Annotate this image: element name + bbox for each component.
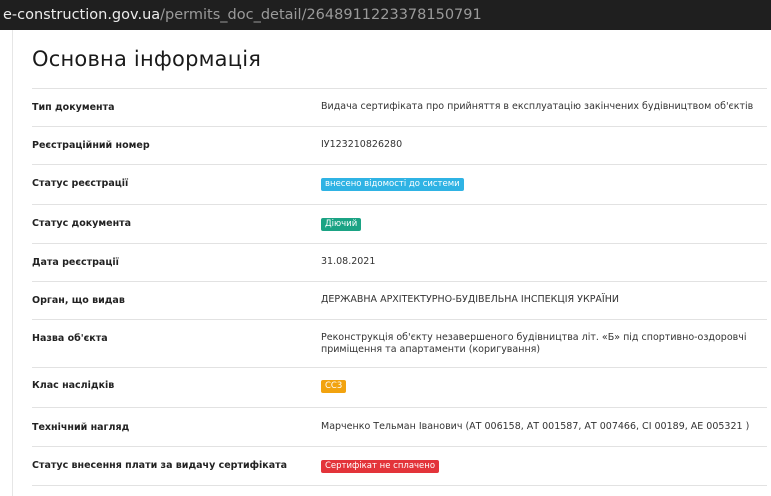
field-row-technical-supervision: Технічний нагляд Марченко Тельман Іванов… (32, 407, 767, 446)
field-value: 31.08.2021 (321, 256, 376, 267)
field-label: Назва об'єкта (32, 333, 108, 344)
field-label: Дата реєстрації (32, 257, 119, 268)
field-label: Статус документа (32, 218, 132, 229)
field-row-document-type: Тип документа Видача сертифіката про при… (32, 88, 767, 126)
field-row-registration-number: Реєстраційний номер ІУ123210826280 (32, 126, 767, 164)
field-value: Видача сертифіката про прийняття в експл… (321, 101, 754, 112)
status-badge: внесено відомості до системи (321, 178, 464, 191)
field-label: Тип документа (32, 102, 115, 113)
field-label: Технічний нагляд (32, 422, 130, 433)
field-row-document-status: Статус документа Діючий (32, 204, 767, 243)
url-path: /permits_doc_detail/2648911223378150791 (160, 7, 482, 23)
status-badge: Сертифікат не сплачено (321, 460, 440, 473)
page-title: Основна інформація (32, 47, 262, 71)
field-value: ДЕРЖАВНА АРХІТЕКТУРНО-БУДІВЕЛЬНА ІНСПЕКЦ… (321, 294, 619, 305)
field-value: Реконструкція об'єкту незавершеного буді… (321, 332, 747, 355)
main-info-card: Основна інформація Тип документа Видача … (12, 30, 771, 496)
field-label: Клас наслідків (32, 380, 115, 391)
field-row-payment-status: Статус внесення плати за видачу сертифік… (32, 446, 767, 486)
class-badge: СС3 (321, 380, 347, 393)
field-row-issuing-authority: Орган, що видав ДЕРЖАВНА АРХІТЕКТУРНО-БУ… (32, 281, 767, 319)
field-row-registration-date: Дата реєстрації 31.08.2021 (32, 243, 767, 281)
url-host: e-construction.gov.ua (3, 7, 161, 23)
field-label: Статус внесення плати за видачу сертифік… (32, 460, 288, 471)
field-value: ІУ123210826280 (321, 139, 403, 150)
field-row-object-name: Назва об'єкта Реконструкція об'єкту неза… (32, 319, 767, 367)
field-label: Орган, що видав (32, 295, 125, 306)
field-label: Статус реєстрації (32, 178, 129, 189)
status-badge: Діючий (321, 218, 362, 231)
address-bar[interactable]: e-construction.gov.ua/permits_doc_detail… (0, 0, 771, 30)
field-value: Марченко Тельман Іванович (АТ 006158, АТ… (321, 421, 750, 432)
field-row-registration-status: Статус реєстрації внесено відомості до с… (32, 164, 767, 204)
field-row-consequence-class: Клас наслідків СС3 (32, 367, 767, 407)
field-label: Реєстраційний номер (32, 140, 150, 151)
